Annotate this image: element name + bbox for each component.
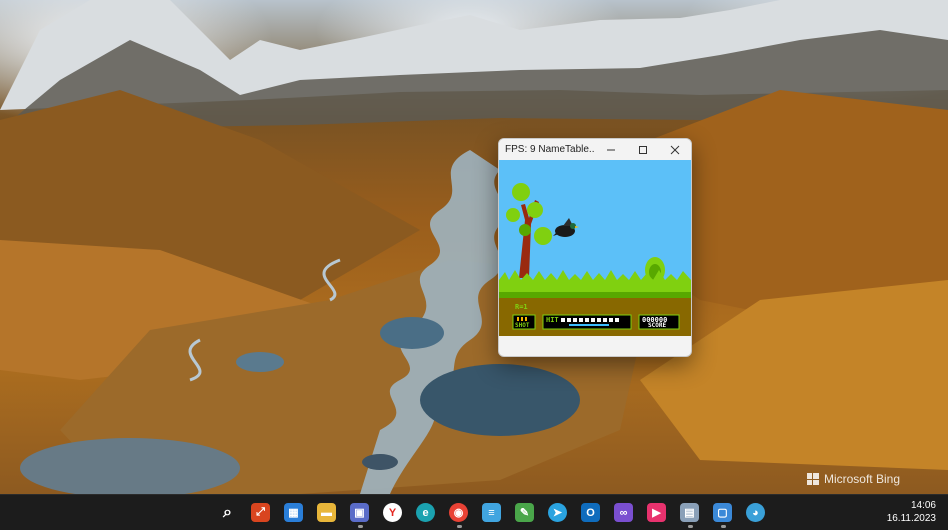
hit-label: HIT: [546, 316, 559, 324]
taskbar-notepad-plus-button[interactable]: ✎: [508, 495, 541, 530]
maximize-button[interactable]: [627, 139, 659, 160]
taskbar-visual-studio-button[interactable]: ∞: [607, 495, 640, 530]
clock-time: 14:06: [910, 500, 936, 511]
remote-app-icon: ⤢: [251, 503, 270, 522]
store-icon: ▦: [284, 503, 303, 522]
play-icon: ▶: [647, 503, 666, 522]
taskbar-emulator-button[interactable]: ▤: [673, 495, 706, 530]
taskbar-media-player-button[interactable]: ▶: [640, 495, 673, 530]
taskbar-outlook-button[interactable]: O: [574, 495, 607, 530]
shot-label: SHOT: [515, 322, 530, 329]
bing-watermark: Microsoft Bing: [806, 472, 900, 486]
emulator-icon: ▤: [680, 503, 699, 522]
yandex-icon: Y: [383, 503, 402, 522]
taskbar-yandex-browser-button[interactable]: Y: [376, 495, 409, 530]
maximize-icon: [639, 145, 647, 154]
taskbar-globe-app-button[interactable]: ◕: [739, 495, 772, 530]
running-indicator: [456, 525, 462, 528]
emulator-window[interactable]: FPS: 9 NameTable... R=1 SHOT HIT 000000 …: [498, 138, 692, 357]
score-label: SCORE: [648, 322, 667, 329]
close-icon: [670, 145, 680, 154]
taskbar-telegram-button[interactable]: ➤: [541, 495, 574, 530]
running-indicator: [720, 525, 726, 528]
tree-leaves: [512, 183, 530, 201]
taskbar-save-app-button[interactable]: ▣: [343, 495, 376, 530]
minimize-button[interactable]: [595, 139, 627, 160]
globe-icon: ◕: [746, 503, 765, 522]
taskbar-chrome-button[interactable]: ◉: [442, 495, 475, 530]
round-indicator: R=1: [515, 303, 528, 311]
floppy-icon: ▣: [350, 503, 369, 522]
chrome-icon: ◉: [449, 503, 468, 522]
taskbar-remote-app-button[interactable]: ⤢: [244, 495, 277, 530]
running-indicator: [687, 525, 693, 528]
taskbar-edge-button[interactable]: e: [409, 495, 442, 530]
notepad-plus-icon: ✎: [515, 503, 534, 522]
taskbar-search-button[interactable]: ⌕: [211, 495, 244, 530]
window-app-icon: ▢: [713, 503, 732, 522]
taskbar-notepad-button[interactable]: ≡: [475, 495, 508, 530]
duck-sprite: [553, 218, 579, 237]
telegram-icon: ➤: [548, 503, 567, 522]
game-screen[interactable]: R=1 SHOT HIT 000000 SCORE: [499, 160, 691, 344]
landscape-illustration: [0, 0, 948, 494]
bing-watermark-text: Microsoft Bing: [823, 472, 900, 486]
edge-icon: e: [416, 503, 435, 522]
close-button[interactable]: [659, 139, 691, 160]
window-title: FPS: 9 NameTable...: [505, 144, 595, 155]
microsoft-logo-icon: [806, 473, 819, 485]
taskbar-icons: ⌕ ⤢ ▦ ▬ ▣ Ye ◉ ≡ ✎ ➤ O ∞ ▶ ▤ ▢ ◕: [178, 495, 772, 530]
notepad-icon: ≡: [482, 503, 501, 522]
outlook-icon: O: [581, 503, 600, 522]
system-clock[interactable]: 14:06 16.11.2023: [887, 499, 936, 525]
running-indicator: [357, 525, 363, 528]
tree-leaves: [527, 202, 543, 218]
search-icon: ⌕: [223, 503, 232, 521]
taskbar: ⌕ ⤢ ▦ ▬ ▣ Ye ◉ ≡ ✎ ➤ O ∞ ▶ ▤ ▢ ◕ 14:06 16.11.2023: [0, 494, 948, 530]
tree-leaves: [519, 224, 531, 236]
tree-leaves: [506, 208, 520, 222]
taskbar-file-explorer-button[interactable]: ▬: [310, 495, 343, 530]
desktop-wallpaper: Microsoft Bing: [0, 0, 948, 494]
taskbar-store-button[interactable]: ▦: [277, 495, 310, 530]
taskbar-start-button[interactable]: [178, 495, 211, 530]
windows-logo-icon: [186, 504, 203, 521]
folder-icon: ▬: [317, 503, 336, 522]
window-titlebar[interactable]: FPS: 9 NameTable...: [499, 139, 691, 160]
clock-date: 16.11.2023: [886, 513, 936, 524]
minimize-icon: [607, 149, 615, 150]
tree-leaves: [534, 227, 552, 245]
visual-studio-icon: ∞: [614, 503, 633, 522]
taskbar-window-app-button[interactable]: ▢: [706, 495, 739, 530]
